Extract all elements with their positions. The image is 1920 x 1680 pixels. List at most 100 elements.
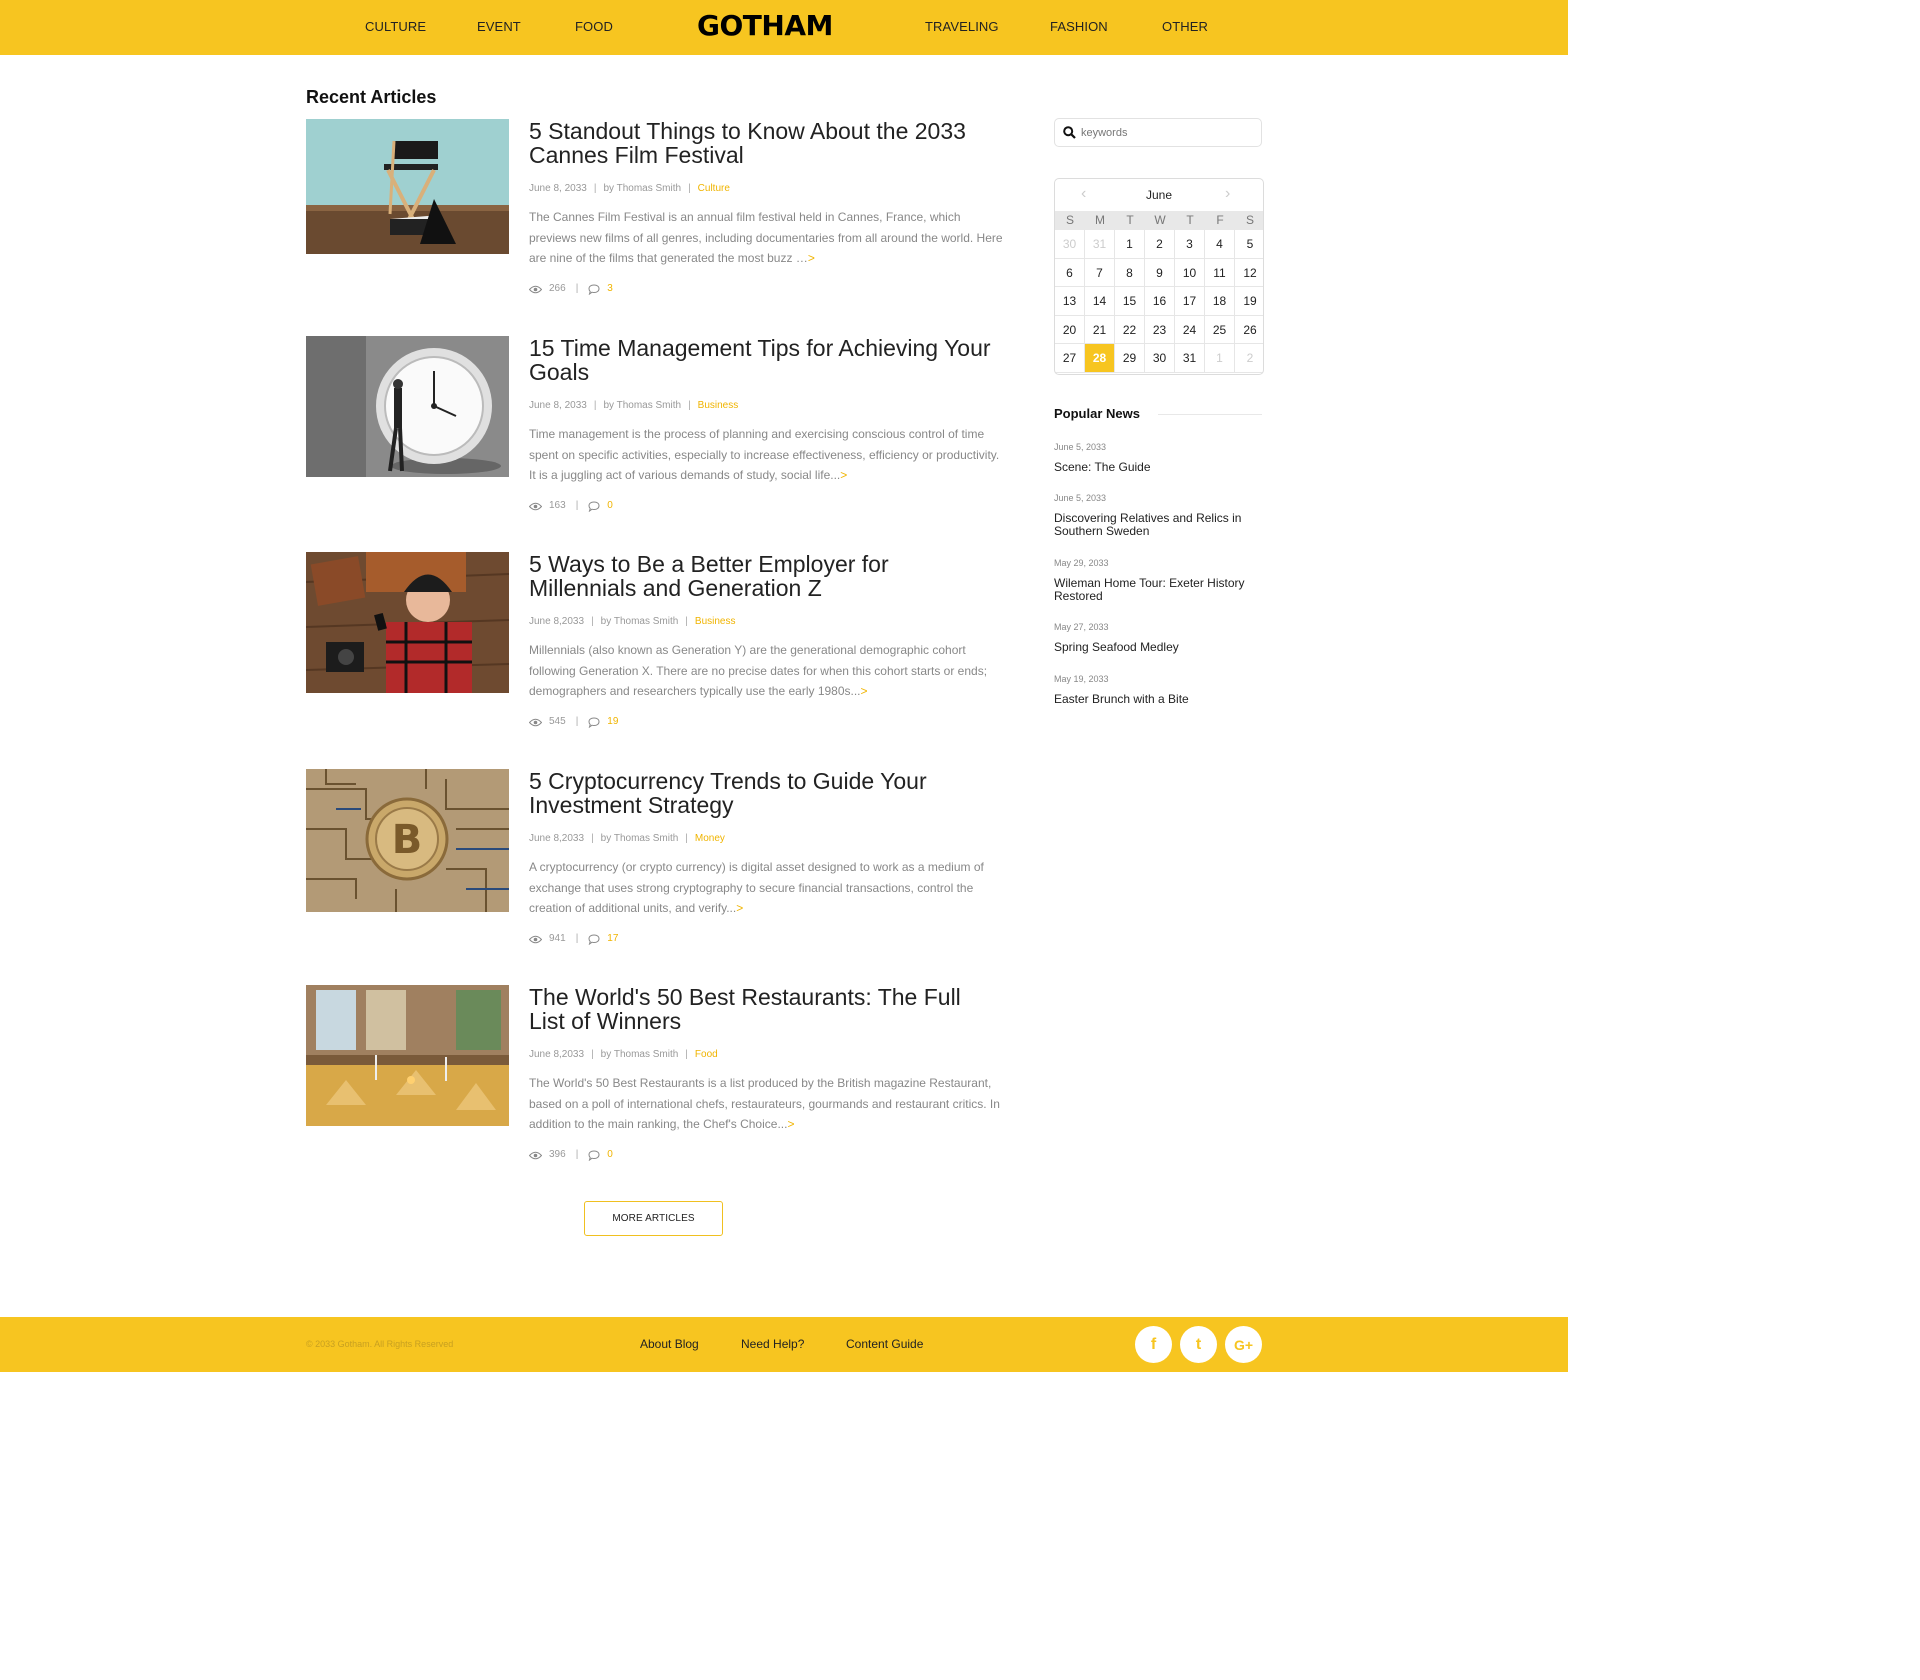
calendar-day[interactable]: 7 [1085, 258, 1115, 288]
nav-link-other[interactable]: OTHER [1162, 19, 1208, 35]
calendar-day[interactable]: 2 [1145, 230, 1175, 259]
calendar-day[interactable]: 29 [1115, 344, 1145, 373]
comment-count[interactable]: 3 [607, 283, 613, 295]
article-author[interactable]: by Thomas Smith [601, 1049, 679, 1060]
nav-link-traveling[interactable]: TRAVELING [925, 19, 999, 35]
calendar-day[interactable]: 1 [1115, 230, 1145, 259]
popular-news-link[interactable]: Scene: The Guide [1054, 461, 1264, 474]
footer-link-about-blog[interactable]: About Blog [640, 1337, 699, 1352]
twitter-icon[interactable]: t [1180, 1326, 1217, 1363]
comment-count[interactable]: 17 [607, 933, 618, 945]
read-more-link[interactable]: > [787, 1117, 794, 1131]
article-thumbnail-restaurant[interactable] [306, 985, 509, 1126]
calendar-day[interactable]: 1 [1205, 344, 1235, 373]
article-excerpt: Millennials (also known as Generation Y)… [529, 640, 1007, 702]
calendar-day[interactable]: 15 [1115, 287, 1145, 316]
calendar-day[interactable]: 19 [1235, 287, 1263, 316]
calendar-day[interactable]: 2 [1235, 344, 1263, 373]
calendar-day[interactable]: 30 [1055, 230, 1085, 259]
article-thumbnail-woman-with-phone[interactable] [306, 552, 509, 693]
article-stats: 545 | 19 [529, 716, 618, 728]
calendar-day[interactable]: 30 [1145, 344, 1175, 373]
calendar-day[interactable]: 22 [1115, 315, 1145, 345]
footer-link-content-guide[interactable]: Content Guide [846, 1337, 923, 1352]
calendar-day[interactable]: 4 [1205, 230, 1235, 259]
calendar-day-today[interactable]: 28 [1085, 344, 1115, 373]
popular-news-link[interactable]: Spring Seafood Medley [1054, 641, 1264, 654]
comment-count[interactable]: 0 [607, 500, 613, 512]
search-icon[interactable] [1063, 126, 1076, 139]
facebook-icon[interactable]: f [1135, 1326, 1172, 1363]
popular-news-divider [1158, 414, 1262, 415]
footer-link-need-help[interactable]: Need Help? [741, 1337, 804, 1352]
calendar-day[interactable]: 16 [1145, 287, 1175, 316]
article-date: June 8,2033 [529, 1049, 585, 1060]
view-count: 941 [549, 933, 566, 944]
article-card: 15 Time Management Tips for Achieving Yo… [306, 336, 1006, 526]
calendar-day[interactable]: 3 [1175, 230, 1205, 259]
calendar-day[interactable]: 31 [1175, 344, 1205, 373]
comment-count[interactable]: 0 [607, 1149, 613, 1161]
article-category[interactable]: Money [695, 833, 725, 844]
calendar-day[interactable]: 20 [1055, 315, 1085, 345]
calendar-day[interactable]: 23 [1145, 315, 1175, 345]
calendar-day[interactable]: 5 [1235, 230, 1263, 259]
calendar-day[interactable]: 9 [1145, 258, 1175, 288]
nav-link-fashion[interactable]: FASHION [1050, 19, 1108, 35]
read-more-link[interactable]: > [861, 684, 868, 698]
popular-news-link[interactable]: Easter Brunch with a Bite [1054, 693, 1264, 706]
footer: © 2033 Gotham. All Rights Reserved About… [0, 1317, 1568, 1372]
calendar-day[interactable]: 31 [1085, 230, 1115, 259]
article-thumbnail-clock[interactable] [306, 336, 509, 477]
article-title[interactable]: 5 Standout Things to Know About the 2033… [529, 119, 999, 167]
calendar-day[interactable]: 14 [1085, 287, 1115, 316]
article-thumbnail-bitcoin[interactable]: B [306, 769, 509, 912]
read-more-link[interactable]: > [736, 901, 743, 915]
calendar-day[interactable]: 17 [1175, 287, 1205, 316]
read-more-link[interactable]: > [808, 251, 815, 265]
calendar-day[interactable]: 21 [1085, 315, 1115, 345]
article-category[interactable]: Food [695, 1049, 718, 1060]
article-title[interactable]: 5 Ways to Be a Better Employer for Mille… [529, 552, 999, 600]
popular-news-link[interactable]: Wileman Home Tour: Exeter History Restor… [1054, 577, 1264, 603]
article-category[interactable]: Business [695, 616, 736, 627]
calendar-day[interactable]: 25 [1205, 315, 1235, 345]
calendar-day[interactable]: 27 [1055, 344, 1085, 373]
calendar-day[interactable]: 8 [1115, 258, 1145, 288]
site-logo[interactable]: GOTHAM [697, 9, 833, 43]
article-category[interactable]: Business [698, 400, 739, 411]
calendar-day[interactable]: 24 [1175, 315, 1205, 345]
nav-link-culture[interactable]: CULTURE [365, 19, 426, 35]
excerpt-text: Time management is the process of planni… [529, 427, 1000, 482]
calendar-day[interactable]: 11 [1205, 258, 1235, 288]
popular-news-link[interactable]: Discovering Relatives and Relics in Sout… [1054, 512, 1264, 538]
article-author[interactable]: by Thomas Smith [603, 400, 681, 411]
nav-link-food[interactable]: FOOD [575, 19, 613, 35]
article-title[interactable]: The World's 50 Best Restaurants: The Ful… [529, 985, 999, 1033]
calendar-day[interactable]: 6 [1055, 258, 1085, 288]
calendar-day[interactable]: 13 [1055, 287, 1085, 316]
calendar-day[interactable]: 10 [1175, 258, 1205, 288]
read-more-link[interactable]: > [840, 468, 847, 482]
nav-link-event[interactable]: EVENT [477, 19, 521, 35]
article-thumbnail-directors-chair[interactable] [306, 119, 509, 254]
article-title[interactable]: 5 Cryptocurrency Trends to Guide Your In… [529, 769, 999, 817]
search-input[interactable] [1081, 126, 1251, 139]
article-author[interactable]: by Thomas Smith [601, 833, 679, 844]
calendar-day[interactable]: 26 [1235, 316, 1263, 345]
calendar-day[interactable]: 18 [1205, 287, 1235, 316]
calendar-day[interactable]: 12 [1235, 259, 1263, 288]
article-excerpt: The World's 50 Best Restaurants is a lis… [529, 1073, 1007, 1135]
more-articles-button[interactable]: MORE ARTICLES [584, 1201, 723, 1236]
comment-count[interactable]: 19 [607, 716, 618, 728]
article-author[interactable]: by Thomas Smith [601, 616, 679, 627]
chevron-right-icon[interactable]: › [1225, 185, 1230, 203]
eye-icon [529, 935, 542, 943]
article-title[interactable]: 15 Time Management Tips for Achieving Yo… [529, 336, 999, 384]
view-count: 163 [549, 500, 566, 511]
article-category[interactable]: Culture [698, 183, 730, 194]
article-meta: June 8,2033 | by Thomas Smith | Business [529, 616, 736, 627]
article-author[interactable]: by Thomas Smith [603, 183, 681, 194]
google-plus-icon[interactable]: G+ [1225, 1326, 1262, 1363]
comment-icon [588, 283, 600, 295]
